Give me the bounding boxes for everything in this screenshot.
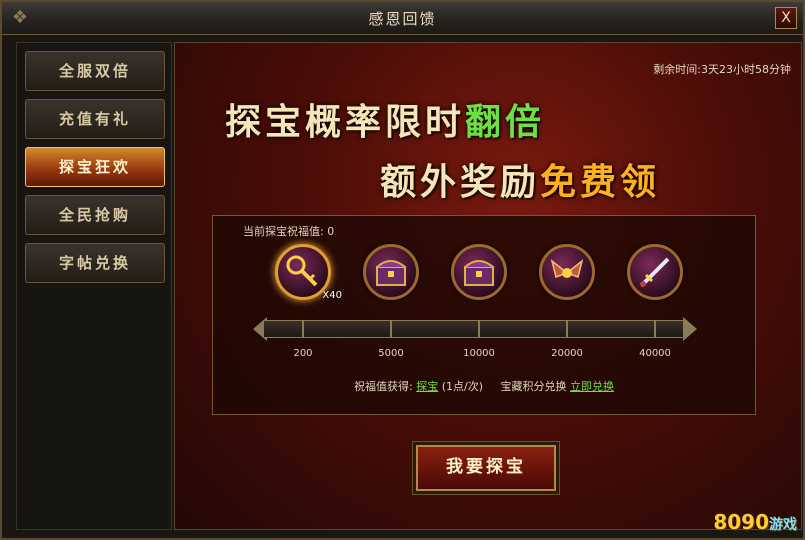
gain-rate: (1点/次) bbox=[441, 380, 484, 393]
treasure-chest-icon bbox=[376, 260, 406, 286]
milestone-label: 5000 bbox=[378, 348, 404, 359]
milestone-label: 20000 bbox=[551, 348, 583, 359]
bless-progress-bar bbox=[263, 320, 687, 338]
progress-tick bbox=[566, 321, 568, 337]
site-logo: 8090游戏 bbox=[713, 510, 797, 534]
slogan-2-highlight: 免费领 bbox=[540, 161, 661, 203]
sword-item-icon bbox=[640, 257, 670, 287]
window-title: 感恩回馈 bbox=[368, 10, 437, 28]
gain-link[interactable]: 探宝 bbox=[416, 380, 438, 393]
slogan-2-text: 额外奖励 bbox=[380, 161, 541, 203]
sidebar-item-exchange[interactable]: 字帖兑换 bbox=[25, 243, 165, 283]
progress-tick bbox=[654, 321, 656, 337]
treasure-chest-icon bbox=[464, 260, 494, 286]
reward-item-sword[interactable] bbox=[627, 244, 683, 300]
exchange-label: 宝藏积分兑换 bbox=[500, 380, 567, 393]
sidebar-item-flash-sale[interactable]: 全民抢购 bbox=[25, 195, 165, 235]
golden-key-icon bbox=[286, 255, 318, 287]
remaining-time-value: 3天23小时58分钟 bbox=[701, 63, 791, 76]
slogan-1-highlight: 翻倍 bbox=[465, 101, 546, 143]
gain-label: 祝福值获得: bbox=[354, 380, 413, 393]
slogan-1-text: 探宝概率限时 bbox=[225, 101, 466, 143]
treasure-hunt-button[interactable]: 我要探宝 bbox=[416, 445, 556, 491]
milestone-label: 200 bbox=[293, 348, 313, 359]
reward-item-wings[interactable] bbox=[539, 244, 595, 300]
bless-number: 0 bbox=[327, 225, 335, 238]
treasure-box: 当前探宝祝福值: 0 X40 200 5000 10000 20000 4000… bbox=[212, 215, 756, 415]
slogan-line-2: 额外奖励免费领 bbox=[380, 153, 660, 205]
wings-item-icon bbox=[550, 259, 584, 278]
slogan-line-1: 探宝概率限时翻倍 bbox=[225, 93, 545, 145]
logo-sub: 游戏 bbox=[769, 517, 797, 533]
main-panel: 剩余时间:3天23小时58分钟 探宝概率限时翻倍 额外奖励免费领 当前探宝祝福值… bbox=[174, 42, 802, 530]
progress-tick bbox=[390, 321, 392, 337]
progress-tick bbox=[302, 321, 304, 337]
progress-right-cap bbox=[683, 317, 697, 341]
exchange-link[interactable]: 立即兑换 bbox=[570, 380, 614, 393]
sidebar: 全服双倍 充值有礼 探宝狂欢 全民抢购 字帖兑换 bbox=[16, 42, 172, 530]
milestone-label: 10000 bbox=[463, 348, 495, 359]
sidebar-item-treasure[interactable]: 探宝狂欢 bbox=[25, 147, 165, 187]
bless-value: 当前探宝祝福值: 0 bbox=[243, 223, 334, 239]
activity-window: ❖ 感恩回馈 X 全服双倍 充值有礼 探宝狂欢 全民抢购 字帖兑换 剩余时间:3… bbox=[0, 0, 805, 540]
sidebar-item-double[interactable]: 全服双倍 bbox=[25, 51, 165, 91]
remaining-time-label: 剩余时间: bbox=[653, 63, 701, 76]
title-bar: ❖ 感恩回馈 X bbox=[2, 2, 803, 35]
sidebar-item-recharge[interactable]: 充值有礼 bbox=[25, 99, 165, 139]
milestone-label: 40000 bbox=[639, 348, 671, 359]
reward-item-chest-1[interactable] bbox=[363, 244, 419, 300]
close-button[interactable]: X bbox=[775, 7, 797, 29]
reward-qty: X40 bbox=[322, 290, 342, 301]
info-line: 祝福值获得: 探宝 (1点/次) 宝藏积分兑换 立即兑换 bbox=[213, 378, 755, 394]
progress-tick bbox=[478, 321, 480, 337]
reward-item-key[interactable]: X40 bbox=[275, 244, 342, 301]
logo-text: 8090 bbox=[713, 510, 769, 534]
reward-item-chest-2[interactable] bbox=[451, 244, 507, 300]
remaining-time: 剩余时间:3天23小时58分钟 bbox=[653, 61, 791, 77]
bless-label: 当前探宝祝福值: bbox=[243, 225, 324, 238]
